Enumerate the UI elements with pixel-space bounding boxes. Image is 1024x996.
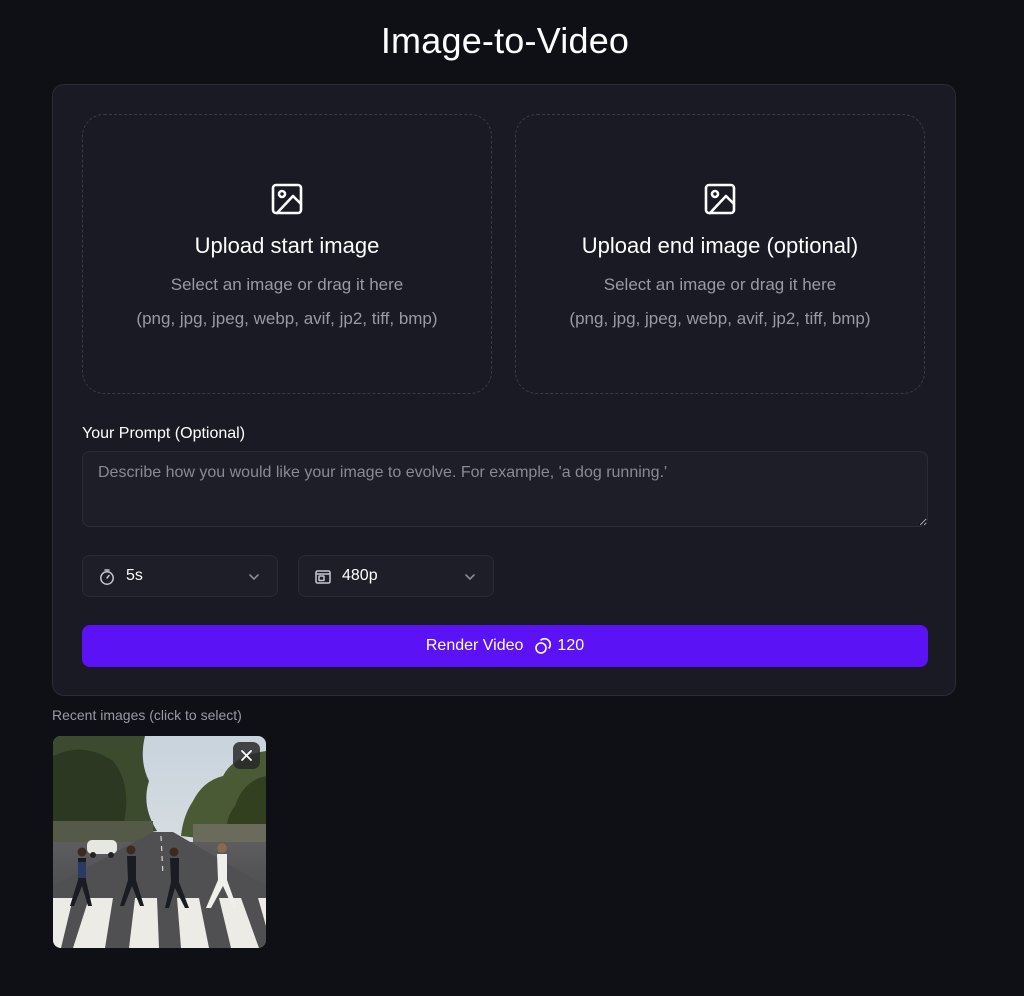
prompt-input[interactable] — [82, 451, 928, 527]
chevron-down-icon — [249, 574, 259, 580]
resolution-select[interactable]: 480p — [298, 555, 494, 597]
start-image-dropzone[interactable]: Upload start image Select an image or dr… — [82, 114, 492, 394]
page-title: Image-to-Video — [380, 20, 630, 61]
end-image-dropzone[interactable]: Upload end image (optional) Select an im… — [515, 114, 925, 394]
stopwatch-icon — [100, 569, 114, 585]
image-icon — [516, 181, 924, 217]
end-image-title: Upload end image (optional) — [581, 233, 859, 258]
image-to-video-form: Upload start image Select an image or dr… — [52, 84, 956, 696]
crosswalk-photo — [53, 736, 266, 948]
image-icon — [83, 181, 491, 217]
chevron-down-icon — [465, 574, 475, 580]
start-image-formats: (png, jpg, jpeg, webp, avif, jp2, tiff, … — [136, 309, 438, 328]
recent-images-label: Recent images (click to select) — [52, 707, 242, 723]
credits-icon — [535, 637, 552, 654]
resolution-icon — [315, 570, 331, 584]
duration-value: 5s — [126, 567, 143, 584]
start-image-subtitle: Select an image or drag it here — [170, 275, 404, 294]
duration-select[interactable]: 5s — [82, 555, 278, 597]
recent-image-thumbnail[interactable] — [53, 736, 266, 948]
end-image-subtitle: Select an image or drag it here — [603, 275, 837, 294]
start-image-title: Upload start image — [194, 233, 380, 258]
end-image-formats: (png, jpg, jpeg, webp, avif, jp2, tiff, … — [569, 309, 871, 328]
render-video-button[interactable]: Render Video 120 — [82, 625, 928, 667]
render-video-label: Render Video — [425, 637, 524, 654]
resolution-value: 480p — [342, 567, 378, 584]
close-icon — [241, 750, 252, 761]
prompt-label: Your Prompt (Optional) — [82, 425, 246, 442]
render-credits: 120 — [557, 637, 585, 654]
remove-recent-image-button[interactable] — [233, 742, 260, 769]
